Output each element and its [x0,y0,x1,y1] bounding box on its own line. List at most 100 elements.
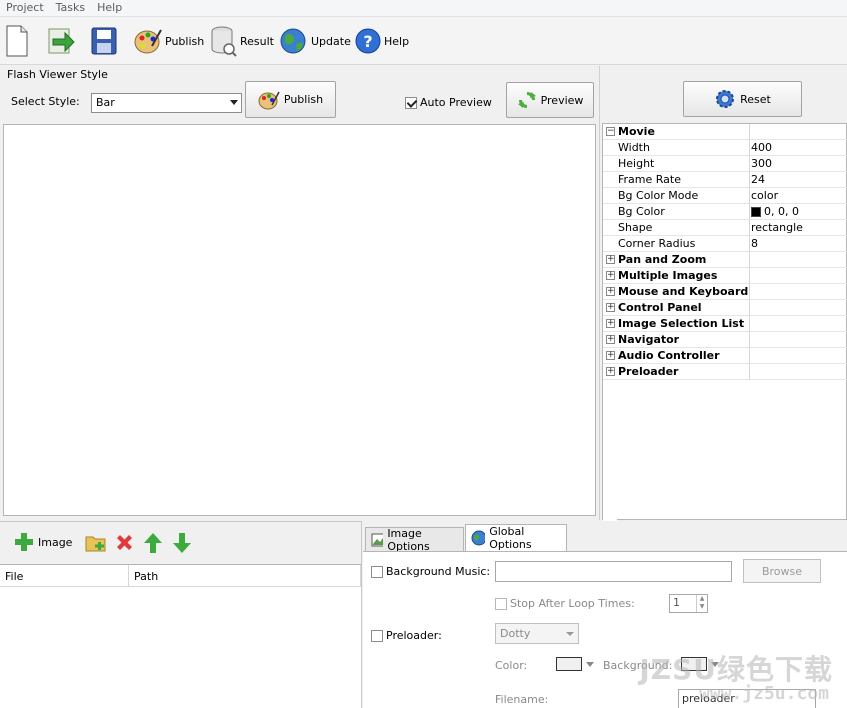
property-group-multiple-images[interactable]: + Multiple Images [603,268,847,284]
publish-button[interactable]: Publish [134,22,204,60]
collapse-icon[interactable]: − [606,127,615,136]
publish-style-button[interactable]: Publish [245,81,336,118]
preloader-checkbox[interactable] [371,629,383,642]
column-header-file[interactable]: File [0,565,129,587]
move-down-icon[interactable] [172,532,192,554]
add-image-button[interactable]: Image [14,532,72,552]
expand-icon[interactable]: + [606,319,615,328]
background-music-label: Background Music: [386,565,491,578]
style-dropdown[interactable]: Bar [91,93,242,113]
property-group-label: Movie [618,125,655,138]
property-group-mouse-and-keyboard[interactable]: + Mouse and Keyboard [603,284,847,300]
new-project-button[interactable] [5,22,29,60]
column-header-path[interactable]: Path [129,565,361,587]
expand-icon[interactable]: + [606,255,615,264]
preloader-color-picker[interactable] [556,657,594,671]
expand-icon[interactable]: + [606,303,615,312]
property-row-frame-rate[interactable]: Frame Rate 24 [603,172,847,188]
property-group-control-panel[interactable]: + Control Panel [603,300,847,316]
column-divider [749,332,750,348]
property-row-bg-color[interactable]: Bg Color 0, 0, 0 [603,204,847,220]
property-row-shape[interactable]: Shape rectangle [603,220,847,236]
property-group-navigator[interactable]: + Navigator [603,332,847,348]
style-dropdown-value: Bar [96,96,115,109]
property-value[interactable]: rectangle [751,221,803,234]
expand-icon[interactable]: + [606,367,615,376]
auto-preview-toggle[interactable]: Auto Preview [405,96,492,109]
stop-after-loop-checkbox[interactable] [495,597,507,610]
open-project-button[interactable] [47,22,75,60]
menu-help[interactable]: Help [91,0,128,16]
menu-project[interactable]: Project [0,0,50,16]
expand-icon[interactable]: + [606,271,615,280]
color-swatch[interactable] [751,206,761,217]
column-divider [749,172,750,188]
add-folder-icon[interactable] [85,533,107,553]
column-divider [749,364,750,380]
expand-icon[interactable]: + [606,351,615,360]
preview-canvas[interactable] [3,124,596,516]
property-group-preloader[interactable]: + Preloader [603,364,847,380]
delete-icon[interactable] [115,533,134,552]
select-style-label: Select Style: [11,95,80,108]
save-project-button[interactable] [90,22,118,60]
property-group-label: Mouse and Keyboard [618,285,749,298]
property-value[interactable]: 8 [751,237,758,250]
image-file-list[interactable]: File Path [0,564,361,708]
result-button-label: Result [240,34,274,48]
property-name: Shape [618,221,653,234]
property-group-audio-controller[interactable]: + Audio Controller [603,348,847,364]
help-question-icon: ? [355,28,381,54]
property-value[interactable]: 400 [751,141,772,154]
stepper-arrows-icon[interactable]: ▲ ▼ [696,595,707,612]
property-group-movie[interactable]: − Movie [603,124,847,140]
preview-button-label: Preview [540,93,584,107]
chevron-down-icon [586,661,594,667]
property-name: Corner Radius [618,237,696,250]
property-group-label: Image Selection List [618,317,745,330]
property-row-height[interactable]: Height 300 [603,156,847,172]
globe-icon [280,28,306,54]
property-row-width[interactable]: Width 400 [603,140,847,156]
move-up-icon[interactable] [143,532,163,554]
reset-button[interactable]: Reset [683,81,802,117]
help-button-label: Help [384,34,410,48]
expand-icon[interactable]: + [606,287,615,296]
background-music-path-input[interactable] [495,561,732,582]
property-group-label: Navigator [618,333,680,346]
background-music-toggle[interactable]: Background Music: [371,565,490,578]
column-divider [749,220,750,236]
property-group-label: Control Panel [618,301,702,314]
property-value[interactable]: color [751,189,778,202]
images-toolbar: Image [0,522,361,562]
property-row-corner-radius[interactable]: Corner Radius 8 [603,236,847,252]
property-name: Frame Rate [618,173,681,186]
property-value[interactable]: 300 [751,157,772,170]
tab-label: Global Options [489,525,532,551]
background-music-checkbox[interactable] [371,565,383,578]
color-swatch[interactable] [556,657,582,671]
property-group-pan-and-zoom[interactable]: + Pan and Zoom [603,252,847,268]
property-group-image-selection-list[interactable]: + Image Selection List [603,316,847,332]
property-group-label: Preloader [618,365,679,378]
column-divider [749,284,750,300]
stop-after-loop-toggle[interactable]: Stop After Loop Times: [495,597,635,610]
property-row-bg-color-mode[interactable]: Bg Color Mode color [603,188,847,204]
browse-button[interactable]: Browse [743,559,821,583]
property-value-color[interactable]: 0, 0, 0 [751,205,799,218]
property-group-label: Audio Controller [618,349,720,362]
property-value[interactable]: 24 [751,173,765,186]
preloader-style-dropdown[interactable]: Dotty [495,623,579,644]
loop-times-stepper[interactable]: 1 ▲ ▼ [669,594,708,613]
auto-preview-checkbox[interactable] [405,96,417,109]
result-button[interactable]: Result [209,22,274,60]
preview-button[interactable]: Preview [506,82,594,118]
expand-icon[interactable]: + [606,335,615,344]
menu-tasks[interactable]: Tasks [50,0,91,16]
preloader-toggle[interactable]: Preloader: [371,629,442,642]
help-button[interactable]: ? Help [355,22,409,60]
update-button[interactable]: Update [280,22,351,60]
column-divider [749,140,750,156]
tab-global-options[interactable]: Global Options [465,524,567,551]
tab-image-options[interactable]: Image Options [365,527,464,553]
